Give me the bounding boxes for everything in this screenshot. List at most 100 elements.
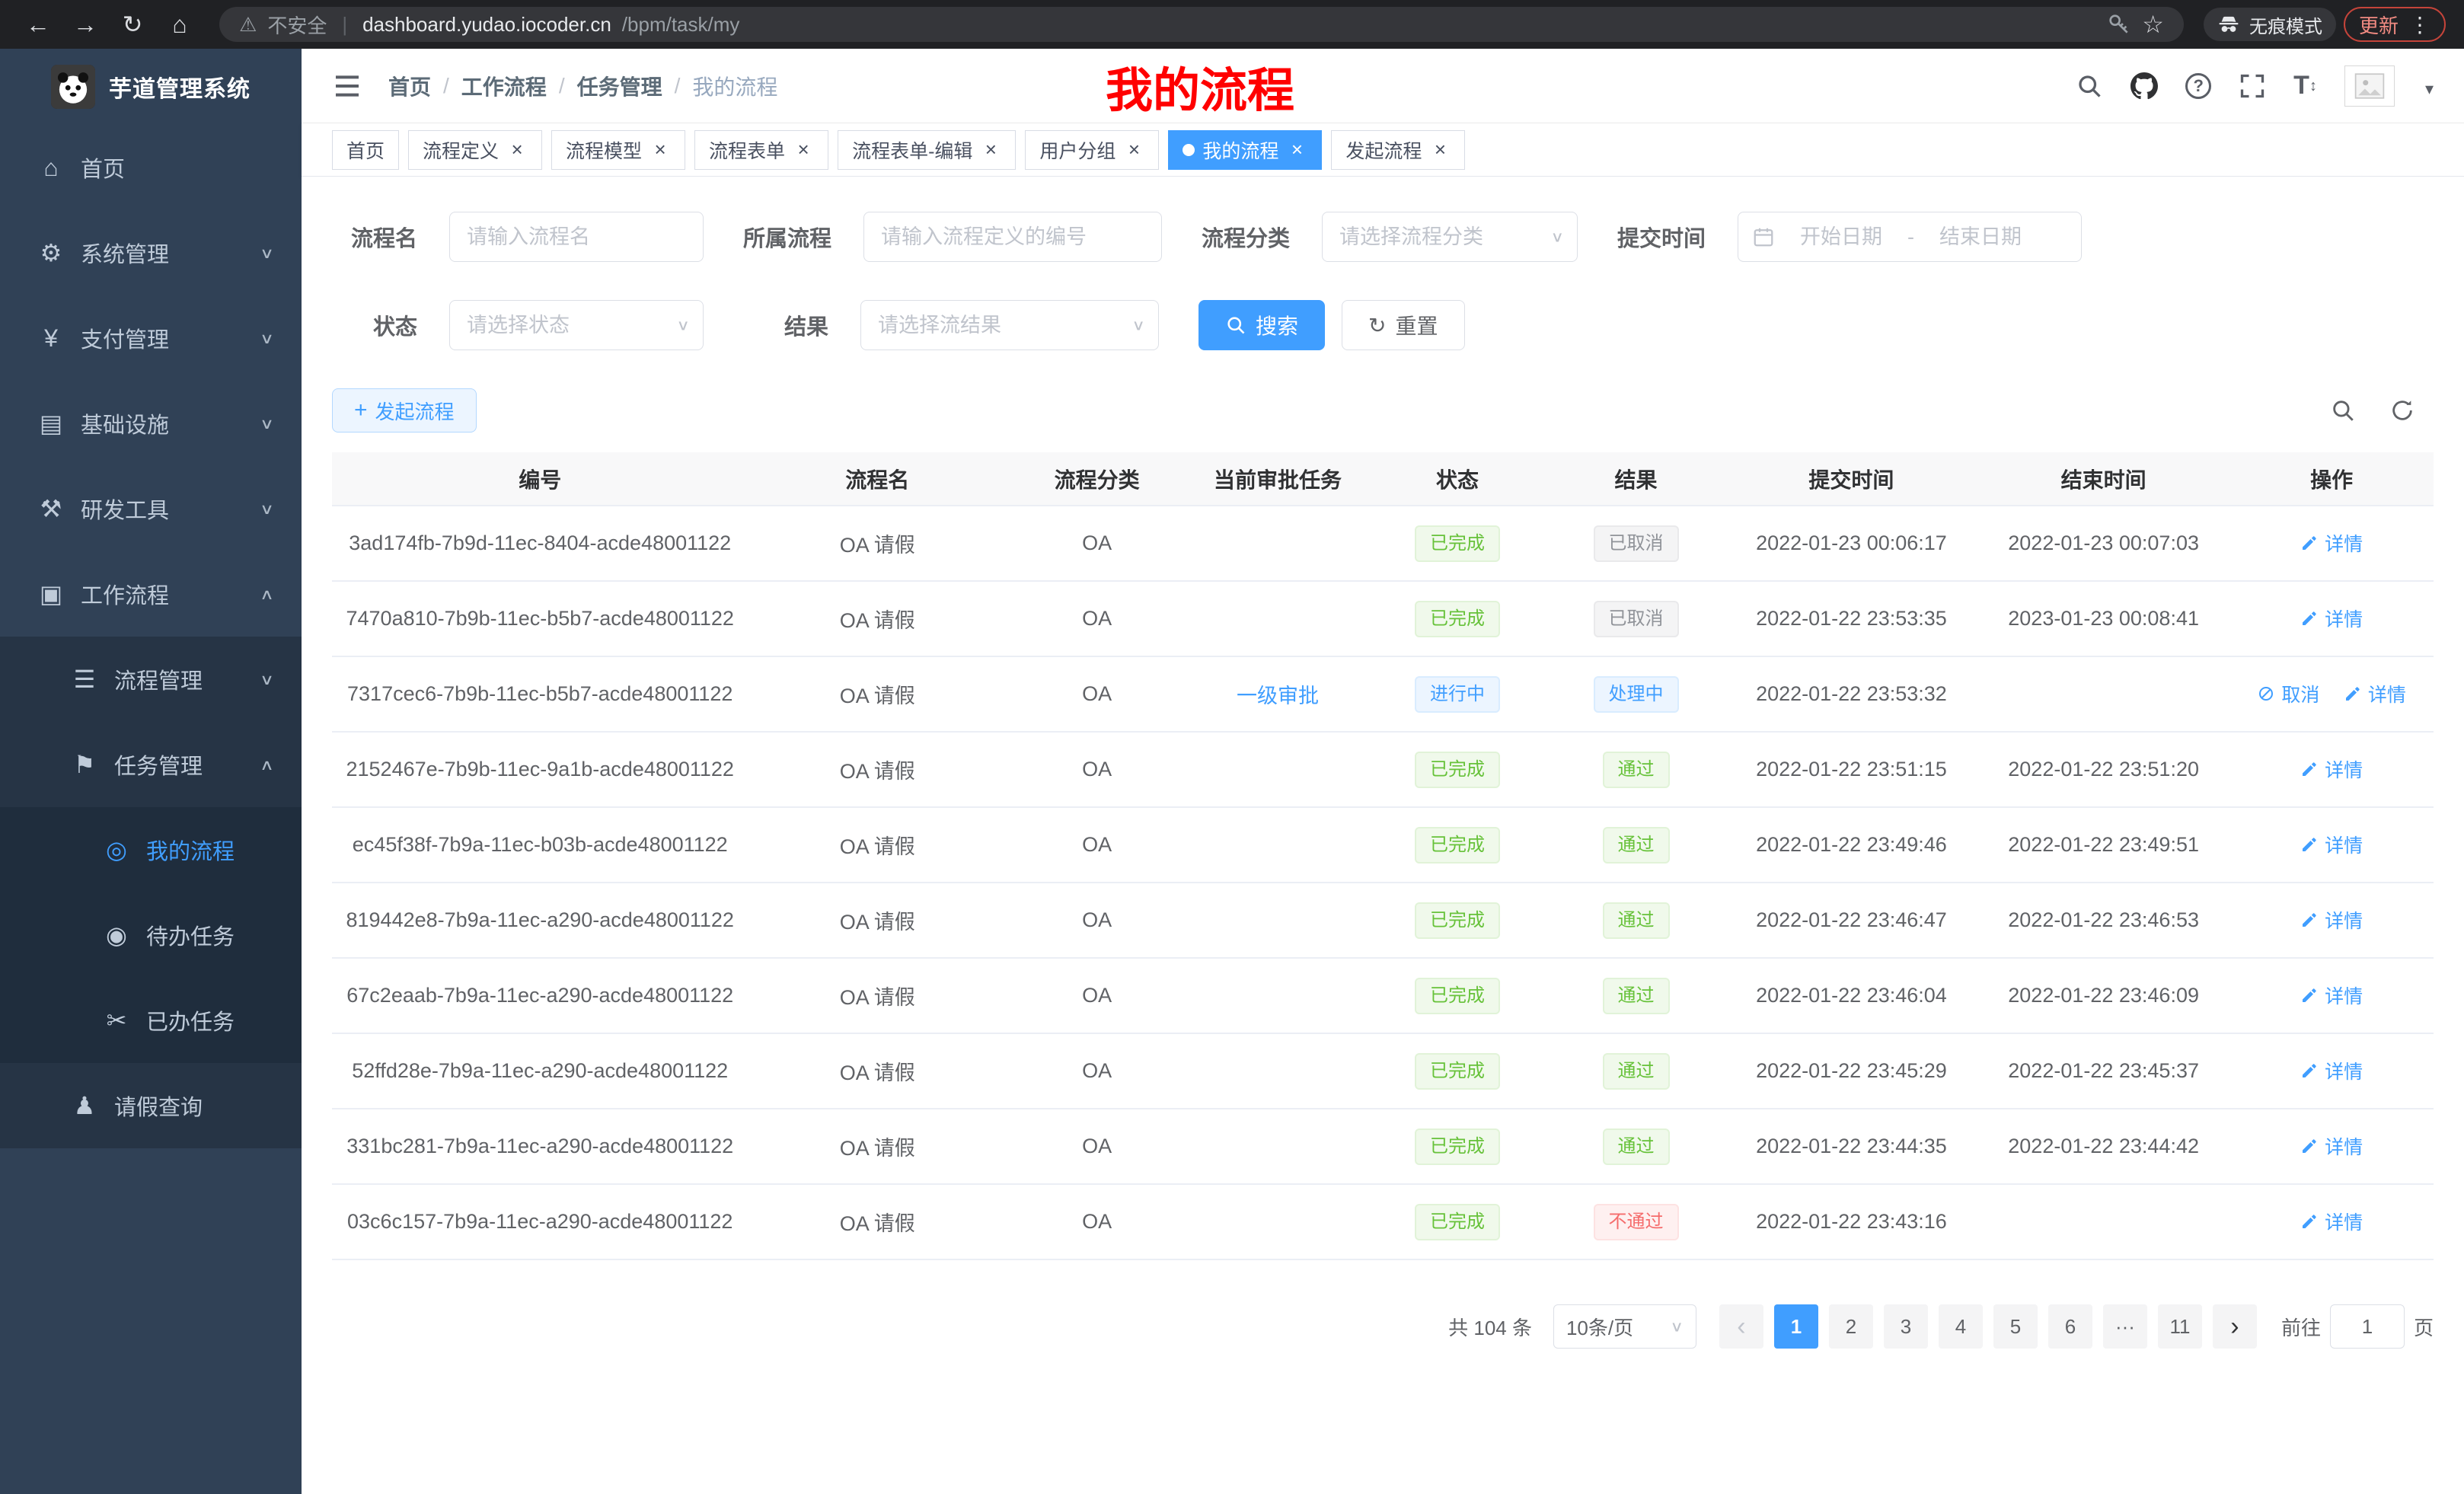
- page-number-button[interactable]: 1: [1774, 1304, 1818, 1349]
- status-select-input[interactable]: [449, 300, 704, 350]
- refresh-icon[interactable]: [2389, 397, 2415, 423]
- tab-close-icon[interactable]: ×: [1429, 139, 1451, 161]
- sidebar-menu-item[interactable]: 支付管理: [0, 295, 302, 381]
- github-icon[interactable]: [2130, 72, 2158, 100]
- status-badge: 已完成: [1415, 902, 1500, 939]
- page-number-button[interactable]: 2: [1829, 1304, 1873, 1349]
- reset-button[interactable]: ↻ 重置: [1342, 300, 1464, 350]
- tag-view-tab[interactable]: 流程定义 ×: [408, 130, 542, 170]
- detail-link[interactable]: 详情: [2300, 1057, 2363, 1084]
- search-button[interactable]: 搜索: [1198, 300, 1325, 350]
- security-label[interactable]: 不安全: [267, 11, 327, 39]
- tab-close-icon[interactable]: ×: [506, 139, 528, 161]
- task-management-icon: [67, 750, 102, 779]
- tag-view-tab[interactable]: 发起流程 ×: [1331, 130, 1465, 170]
- browser-reload-icon[interactable]: ↻: [113, 10, 152, 39]
- app-logo-row[interactable]: 芋道管理系统: [0, 49, 302, 125]
- avatar-dropdown-caret-icon[interactable]: ▾: [2425, 79, 2434, 99]
- detail-link[interactable]: 详情: [2300, 605, 2363, 632]
- page-number-button[interactable]: 6: [2048, 1304, 2092, 1349]
- sidebar-menu-item[interactable]: 系统管理: [0, 210, 302, 295]
- detail-link[interactable]: 详情: [2300, 1132, 2363, 1160]
- sidebar-menu-item[interactable]: 流程管理: [0, 637, 302, 722]
- tag-view-tab[interactable]: 流程表单-编辑 ×: [838, 130, 1016, 170]
- sidebar-menu-item[interactable]: 任务管理: [0, 722, 302, 807]
- breadcrumb-item-current: 我的流程: [692, 71, 777, 101]
- result-select-input[interactable]: [860, 300, 1159, 350]
- prev-page-button[interactable]: ‹: [1719, 1304, 1763, 1349]
- result-select[interactable]: [860, 300, 1159, 350]
- breadcrumb-item-workflow[interactable]: 工作流程: [461, 71, 547, 101]
- date-range-picker[interactable]: -: [1738, 212, 2082, 262]
- cell-result: 已取消: [1546, 506, 1725, 581]
- category-select[interactable]: [1322, 212, 1578, 262]
- cancel-link[interactable]: 取消: [2257, 680, 2319, 707]
- sidebar-menu-item[interactable]: 已办任务: [0, 978, 302, 1063]
- process-name-input[interactable]: [449, 212, 704, 262]
- status-select[interactable]: [449, 300, 704, 350]
- address-bar[interactable]: ⚠ 不安全 | dashboard.yudao.iocoder.cn/bpm/t…: [219, 7, 2184, 42]
- cell-category: OA: [1007, 732, 1187, 807]
- browser-menu-dots-icon[interactable]: ⋮: [2409, 12, 2430, 37]
- breadcrumb-item-home[interactable]: 首页: [388, 71, 431, 101]
- browser-forward-icon[interactable]: →: [65, 11, 105, 39]
- sidebar-menu-item[interactable]: 我的流程: [0, 807, 302, 892]
- next-page-button[interactable]: ›: [2213, 1304, 2257, 1349]
- sidebar-menu-item[interactable]: 研发工具: [0, 466, 302, 551]
- page-number-button[interactable]: 11: [2158, 1304, 2202, 1349]
- page-number-button[interactable]: 3: [1884, 1304, 1928, 1349]
- page-number-button[interactable]: ···: [2103, 1304, 2147, 1349]
- sidebar-menu-item[interactable]: 首页: [0, 125, 302, 210]
- browser-back-icon[interactable]: ←: [18, 11, 58, 39]
- help-icon[interactable]: [2185, 73, 2211, 99]
- detail-link[interactable]: 详情: [2300, 831, 2363, 858]
- cell-result: 通过: [1546, 807, 1725, 883]
- tag-view-tab[interactable]: 首页 ×: [332, 130, 399, 170]
- sidebar-menu-item[interactable]: 待办任务: [0, 892, 302, 978]
- category-select-input[interactable]: [1322, 212, 1578, 262]
- tab-close-icon[interactable]: ×: [1286, 139, 1307, 161]
- update-button[interactable]: 更新 ⋮: [2344, 7, 2446, 42]
- search-toggle-icon[interactable]: [2330, 397, 2356, 423]
- tag-view-tab[interactable]: 流程表单 ×: [694, 130, 828, 170]
- tab-label: 流程表单-编辑: [852, 136, 972, 164]
- page-number-button[interactable]: 5: [1993, 1304, 2038, 1349]
- user-avatar[interactable]: [2344, 65, 2395, 107]
- tab-close-icon[interactable]: ×: [1123, 139, 1144, 161]
- page-size-select[interactable]: 10条/页: [1553, 1304, 1696, 1349]
- filter-row-2: 状态 结果 搜索 ↻ 重置: [332, 300, 2434, 350]
- tab-close-icon[interactable]: ×: [650, 139, 671, 161]
- detail-link[interactable]: 详情: [2300, 529, 2363, 557]
- bookmark-star-icon[interactable]: ☆: [2142, 10, 2164, 39]
- detail-link[interactable]: 详情: [2300, 906, 2363, 934]
- search-icon[interactable]: [2076, 72, 2103, 100]
- create-process-button[interactable]: + 发起流程: [332, 388, 477, 433]
- fullscreen-icon[interactable]: [2239, 72, 2266, 100]
- tab-close-icon[interactable]: ×: [793, 139, 814, 161]
- tab-close-icon[interactable]: ×: [980, 139, 1001, 161]
- sidebar-menu-item[interactable]: 基础设施: [0, 381, 302, 466]
- hamburger-menu-icon[interactable]: [332, 71, 362, 101]
- filter-label: 流程名: [332, 221, 417, 253]
- start-date-input[interactable]: [1784, 225, 1898, 249]
- process-definition-input[interactable]: [863, 212, 1162, 262]
- end-date-input[interactable]: [1923, 225, 2038, 249]
- tag-view-tab[interactable]: 流程模型 ×: [551, 130, 685, 170]
- current-task-link[interactable]: 一级审批: [1237, 685, 1319, 707]
- detail-link[interactable]: 详情: [2300, 982, 2363, 1009]
- key-icon[interactable]: [2107, 12, 2131, 37]
- detail-link[interactable]: 详情: [2300, 755, 2363, 783]
- tag-view-tab[interactable]: 我的流程 ×: [1168, 130, 1322, 170]
- page-number-button[interactable]: 4: [1939, 1304, 1983, 1349]
- detail-link[interactable]: 详情: [2344, 680, 2406, 707]
- tag-view-tab[interactable]: 用户分组 ×: [1025, 130, 1159, 170]
- breadcrumb-item-task-management[interactable]: 任务管理: [577, 71, 662, 101]
- page-title-annotation: 我的流程: [1106, 52, 1294, 120]
- font-size-icon[interactable]: T: [2293, 71, 2317, 101]
- sidebar-menu-item[interactable]: 工作流程: [0, 551, 302, 637]
- sidebar-menu-item[interactable]: 请假查询: [0, 1063, 302, 1148]
- goto-page-input[interactable]: [2330, 1304, 2405, 1349]
- status-badge: 已完成: [1415, 978, 1500, 1014]
- browser-home-icon[interactable]: ⌂: [160, 11, 199, 39]
- detail-link[interactable]: 详情: [2300, 1208, 2363, 1235]
